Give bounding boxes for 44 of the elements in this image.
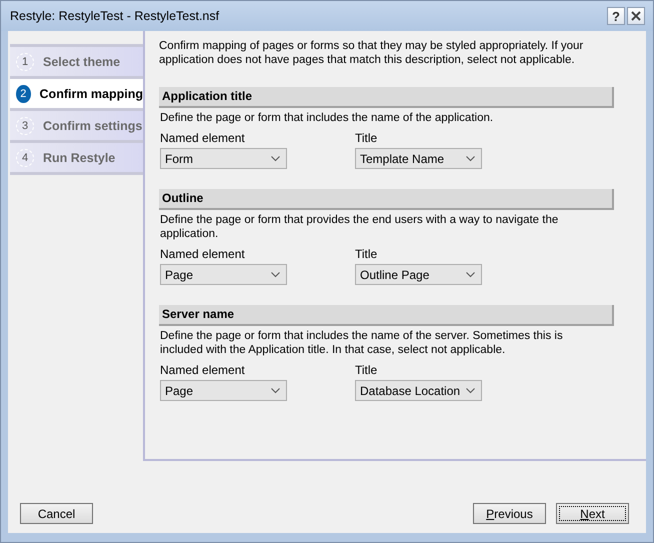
step-number: 4 — [16, 148, 34, 166]
section-heading: Application title — [159, 87, 614, 108]
field-label: Title — [355, 131, 378, 145]
dropdown[interactable]: Page — [160, 380, 287, 401]
field-label: Named element — [160, 363, 246, 377]
dropdown[interactable]: Page — [160, 264, 287, 285]
field-label: Title — [355, 247, 378, 261]
wizard-button[interactable]: Next — [556, 503, 629, 524]
close-button[interactable] — [627, 7, 645, 25]
chevron-icon — [271, 156, 280, 162]
section-description: Define the page or form that includes the name of the application. — [160, 111, 494, 125]
window-title: Restyle: RestyleTest - RestyleTest.nsf — [10, 9, 220, 23]
chevron-icon — [271, 388, 280, 394]
wizard-step[interactable]: 2 Confirm mapping — [10, 79, 143, 111]
step-number: 3 — [16, 116, 34, 134]
close-icon — [631, 11, 641, 21]
wizard-step[interactable]: 4 Run Restyle — [10, 143, 143, 175]
section-description: Define the page or form that provides the end users with a way to navigate the application. — [160, 213, 560, 241]
chevron-icon — [466, 388, 475, 394]
section-description: Define the page or form that includes the name of the server. Sometimes this is included with the Application title. In that case, select not applicable. — [160, 329, 564, 357]
dropdown[interactable]: Outline Page — [355, 264, 482, 285]
help-button[interactable]: ? — [607, 7, 625, 25]
step-label: Run Restyle — [43, 150, 116, 164]
step-label: Confirm settings — [43, 118, 142, 132]
dropdown[interactable]: Database Location — [355, 380, 482, 401]
chevron-icon — [271, 272, 280, 278]
wizard-button[interactable]: Previous — [473, 503, 546, 524]
field-label: Named element — [160, 247, 246, 261]
field-label: Named element — [160, 131, 246, 145]
field-label: Title — [355, 363, 378, 377]
cancel-button[interactable]: Cancel — [20, 503, 93, 524]
step-label: Confirm mapping — [40, 86, 143, 100]
wizard-step[interactable]: 3 Confirm settings — [10, 111, 143, 143]
chevron-icon — [466, 272, 475, 278]
dropdown[interactable]: Template Name — [355, 148, 482, 169]
step-number: 2 — [16, 84, 31, 102]
step-label: Select theme — [43, 54, 120, 68]
step-number: 1 — [16, 52, 34, 70]
section-heading: Server name — [159, 305, 614, 326]
wizard-step[interactable]: 1 Select theme — [10, 47, 143, 79]
section-heading: Outline — [159, 189, 614, 210]
chevron-icon — [466, 156, 475, 162]
dropdown[interactable]: Form — [160, 148, 287, 169]
intro-text: Confirm mapping of pages or forms so that they may be styled appropriately. If your application does not have pages that match this description, select not applicable. — [159, 39, 584, 67]
